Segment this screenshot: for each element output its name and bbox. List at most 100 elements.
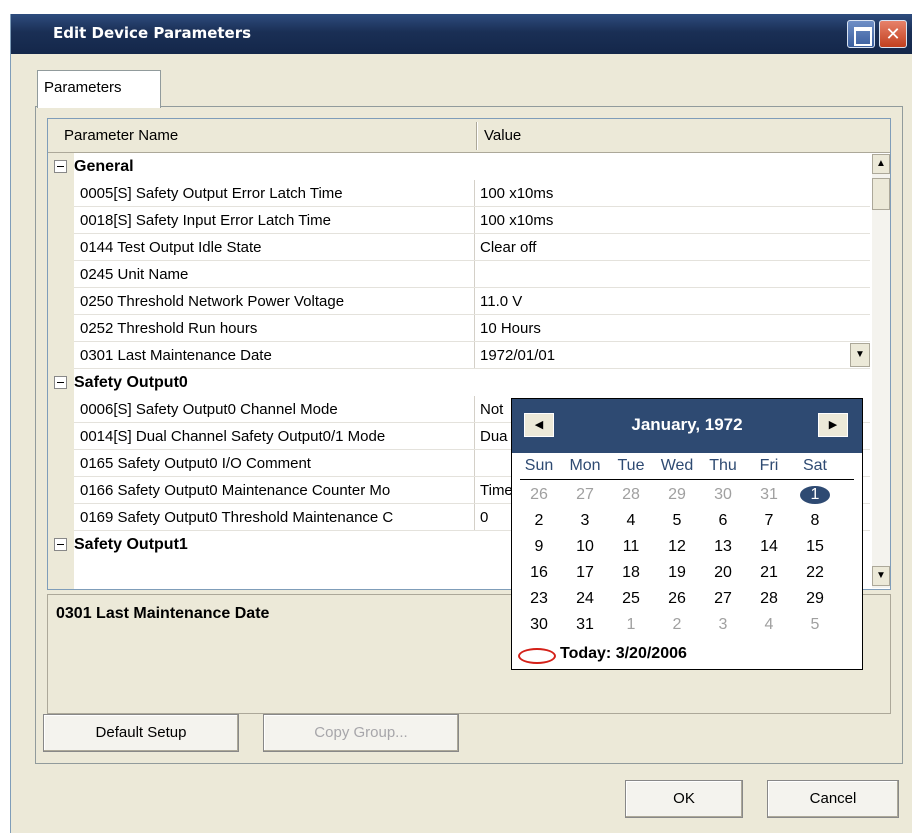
calendar-day[interactable]: 21: [746, 561, 792, 585]
scroll-thumb[interactable]: [872, 178, 890, 210]
calendar-day[interactable]: 7: [746, 509, 792, 533]
weekday-label: Tue: [617, 457, 645, 474]
column-resize-handle[interactable]: [476, 122, 478, 150]
calendar-day[interactable]: 9: [516, 535, 562, 559]
ok-button[interactable]: OK: [625, 780, 743, 818]
calendar-header: ◀ January, 1972 ▶: [512, 399, 862, 453]
calendar-day[interactable]: 30: [516, 613, 562, 637]
calendar-day[interactable]: 5: [654, 509, 700, 533]
calendar-day[interactable]: 3: [700, 613, 746, 637]
parameter-value[interactable]: 100 x10ms: [480, 207, 870, 234]
weekday-label: Fri: [759, 457, 779, 474]
column-divider: [474, 180, 475, 207]
default-setup-button[interactable]: Default Setup: [43, 714, 239, 752]
parameter-row[interactable]: 0005[S] Safety Output Error Latch Time 10…: [48, 180, 870, 207]
day-number: 1: [626, 616, 636, 633]
parameter-row[interactable]: 0245 Unit Name: [48, 261, 870, 288]
calendar-day[interactable]: 28: [746, 587, 792, 611]
copy-group-button[interactable]: Copy Group...: [263, 714, 459, 752]
parameter-value[interactable]: Clear off: [480, 234, 870, 261]
grid-scrollbar[interactable]: ▲ ▼: [872, 154, 890, 588]
group-row[interactable]: Safety Output0: [48, 369, 870, 396]
day-number: 4: [626, 512, 636, 529]
calendar-day[interactable]: 15: [792, 535, 838, 559]
calendar-day[interactable]: 19: [654, 561, 700, 585]
scroll-down-button[interactable]: ▼: [872, 566, 890, 586]
description-title: 0301 Last Maintenance Date: [56, 605, 270, 622]
calendar-day[interactable]: 17: [562, 561, 608, 585]
calendar-month-title: January, 1972: [631, 415, 743, 434]
parameter-name: 0250 Threshold Network Power Voltage: [80, 293, 345, 310]
close-button[interactable]: ✕: [879, 20, 907, 48]
calendar-day[interactable]: 28: [608, 483, 654, 507]
calendar-day[interactable]: 29: [654, 483, 700, 507]
calendar-day[interactable]: 1: [608, 613, 654, 637]
calendar-day[interactable]: 25: [608, 587, 654, 611]
calendar-day[interactable]: 10: [562, 535, 608, 559]
calendar-day[interactable]: 3: [562, 509, 608, 533]
calendar-day[interactable]: 4: [746, 613, 792, 637]
calendar-day[interactable]: 2: [654, 613, 700, 637]
calendar-day-selected[interactable]: 1: [792, 483, 838, 507]
parameter-value[interactable]: 10 Hours: [480, 315, 870, 342]
calendar-day[interactable]: 13: [700, 535, 746, 559]
column-divider: [474, 450, 475, 477]
parameter-value[interactable]: 100 x10ms: [480, 180, 870, 207]
calendar-day[interactable]: 8: [792, 509, 838, 533]
calendar-day[interactable]: 26: [654, 587, 700, 611]
group-name: General: [74, 158, 134, 175]
collapse-icon[interactable]: [54, 160, 67, 173]
calendar-day[interactable]: 23: [516, 587, 562, 611]
calendar-day[interactable]: 16: [516, 561, 562, 585]
parameter-row[interactable]: 0144 Test Output Idle State Clear off: [48, 234, 870, 261]
title-bar[interactable]: Edit Device Parameters ✕: [11, 14, 912, 54]
calendar-day[interactable]: 2: [516, 509, 562, 533]
day-number: 31: [760, 486, 778, 503]
tab-parameters[interactable]: Parameters: [37, 70, 161, 108]
calendar-day[interactable]: 12: [654, 535, 700, 559]
calendar-day[interactable]: 31: [746, 483, 792, 507]
parameter-name: 0245 Unit Name: [80, 266, 189, 283]
calendar-day[interactable]: 27: [700, 587, 746, 611]
day-number: 28: [760, 590, 778, 607]
parameter-value[interactable]: 11.0 V: [480, 288, 870, 315]
calendar-day[interactable]: 30: [700, 483, 746, 507]
calendar-day[interactable]: 31: [562, 613, 608, 637]
scroll-up-button[interactable]: ▲: [872, 154, 890, 174]
day-number: 24: [576, 590, 594, 607]
day-number: 5: [810, 616, 820, 633]
collapse-icon[interactable]: [54, 376, 67, 389]
next-month-button[interactable]: ▶: [818, 413, 848, 437]
calendar-day[interactable]: 14: [746, 535, 792, 559]
cancel-button[interactable]: Cancel: [767, 780, 899, 818]
calendar-day[interactable]: 27: [562, 483, 608, 507]
group-row[interactable]: General: [48, 153, 870, 180]
column-header-value[interactable]: Value: [484, 127, 521, 144]
column-divider: [474, 342, 475, 369]
parameter-row[interactable]: 0250 Threshold Network Power Voltage 11.0…: [48, 288, 870, 315]
calendar-day[interactable]: 22: [792, 561, 838, 585]
calendar-day[interactable]: 6: [700, 509, 746, 533]
calendar-day[interactable]: 26: [516, 483, 562, 507]
parameter-name: 0018[S] Safety Input Error Latch Time: [80, 212, 331, 229]
ok-label: OK: [673, 790, 695, 807]
calendar-day[interactable]: 20: [700, 561, 746, 585]
parameter-row[interactable]: 0252 Threshold Run hours 10 Hours: [48, 315, 870, 342]
column-header-parameter-name[interactable]: Parameter Name: [64, 127, 178, 144]
parameter-name: 0165 Safety Output0 I/O Comment: [80, 455, 311, 472]
calendar-day[interactable]: 11: [608, 535, 654, 559]
maximize-button[interactable]: [847, 20, 875, 48]
calendar-day[interactable]: 24: [562, 587, 608, 611]
calendar-day[interactable]: 18: [608, 561, 654, 585]
parameter-row[interactable]: 0018[S] Safety Input Error Latch Time 100…: [48, 207, 870, 234]
day-number: 17: [576, 564, 594, 581]
parameter-row[interactable]: 0301 Last Maintenance Date 1972/01/01 ▼: [48, 342, 870, 369]
calendar-day[interactable]: 5: [792, 613, 838, 637]
calendar-day[interactable]: 4: [608, 509, 654, 533]
parameter-value[interactable]: 1972/01/01: [480, 342, 870, 369]
day-number: 14: [760, 538, 778, 555]
tab-label: Parameters: [44, 79, 122, 96]
date-dropdown-button[interactable]: ▼: [850, 343, 870, 367]
collapse-icon[interactable]: [54, 538, 67, 551]
calendar-day[interactable]: 29: [792, 587, 838, 611]
